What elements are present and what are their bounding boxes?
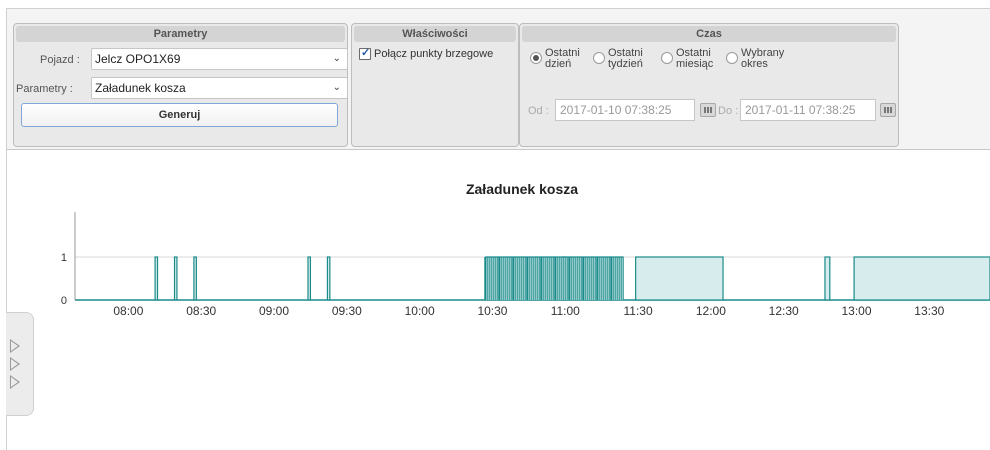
checkmark-icon: ✓ bbox=[361, 47, 371, 59]
x-tick-label: 12:30 bbox=[769, 304, 799, 318]
chart-series bbox=[75, 256, 990, 301]
connect-points-label[interactable]: Połącz punkty brzegowe bbox=[374, 48, 493, 60]
expand-arrow-icon bbox=[10, 357, 20, 371]
radio-ostatni-miesiac[interactable] bbox=[661, 52, 673, 64]
series-pulse-0 bbox=[154, 256, 159, 301]
expand-arrow-icon bbox=[10, 375, 20, 389]
x-tick-label: 09:00 bbox=[259, 304, 289, 318]
parametry-panel: Parametry Pojazd : Jelcz OPO1X69 ⌄ Param… bbox=[13, 23, 348, 147]
radio-wybrany-okres-label[interactable]: Wybrany okres bbox=[741, 48, 784, 70]
x-tick-label: 10:00 bbox=[405, 304, 435, 318]
series-pulse-3 bbox=[307, 256, 312, 301]
pojazd-select[interactable]: Jelcz OPO1X69 ⌄ bbox=[91, 48, 348, 70]
calendar-icon[interactable] bbox=[880, 103, 896, 117]
x-tick-label: 12:00 bbox=[696, 304, 726, 318]
radio-wybrany-okres[interactable] bbox=[726, 52, 738, 64]
series-pulse-6 bbox=[824, 256, 831, 301]
series-pulse-4 bbox=[326, 256, 331, 301]
x-tick-label: 08:30 bbox=[186, 304, 216, 318]
pojazd-select-value: Jelcz OPO1X69 bbox=[95, 52, 181, 66]
series-block-0 bbox=[635, 256, 724, 301]
parametry-label: Parametry : bbox=[16, 83, 73, 95]
calendar-icon[interactable] bbox=[700, 103, 716, 117]
wlasciwosci-panel: Właściwości ✓ Połącz punkty brzegowe bbox=[351, 23, 519, 147]
czas-panel: Czas Ostatni dzień Ostatni tydzień Ostatni… bbox=[519, 23, 899, 147]
radio-ostatni-miesiac-label[interactable]: Ostatni miesiąc bbox=[676, 48, 713, 70]
radio-ostatni-dzien-label[interactable]: Ostatni dzień bbox=[545, 48, 580, 70]
from-label: Od : bbox=[528, 105, 549, 117]
chart-title: Załadunek kosza bbox=[466, 181, 578, 197]
x-tick-label: 09:30 bbox=[332, 304, 362, 318]
x-tick-label: 10:30 bbox=[477, 304, 507, 318]
radio-ostatni-dzien[interactable] bbox=[530, 52, 542, 64]
x-tick-label: 13:30 bbox=[914, 304, 944, 318]
radio-ostatni-tydzien[interactable] bbox=[593, 52, 605, 64]
pojazd-label: Pojazd : bbox=[40, 54, 80, 66]
x-tick-label: 13:00 bbox=[841, 304, 871, 318]
generate-button[interactable]: Generuj bbox=[21, 103, 338, 127]
y-tick-label: 0 bbox=[61, 295, 67, 307]
parametry-panel-title: Parametry bbox=[16, 26, 345, 42]
chevron-down-icon: ⌄ bbox=[332, 53, 341, 64]
x-tick-label: 11:30 bbox=[624, 304, 653, 318]
x-tick-label: 11:00 bbox=[551, 304, 580, 318]
y-tick-label: 1 bbox=[61, 252, 67, 264]
chart: Załadunek kosza 0 1 08:00 08:30 09:00 09:30 10… bbox=[61, 181, 990, 318]
series-block-1 bbox=[853, 256, 990, 301]
side-panel-toggle[interactable] bbox=[6, 312, 34, 416]
radio-ostatni-tydzien-label[interactable]: Ostatni tydzień bbox=[608, 48, 643, 70]
series-pulse-1 bbox=[173, 256, 178, 301]
to-label: Do : bbox=[718, 105, 739, 117]
from-date-input[interactable]: 2017-01-10 07:38:25 bbox=[555, 99, 695, 121]
toolbar-area: Parametry Pojazd : Jelcz OPO1X69 ⌄ Param… bbox=[6, 8, 990, 150]
x-tick-label: 08:00 bbox=[113, 304, 143, 318]
parametry-select-value: Załadunek kosza bbox=[95, 81, 186, 95]
expand-arrow-icon bbox=[10, 339, 20, 353]
connect-points-checkbox[interactable]: ✓ bbox=[359, 47, 371, 60]
series-pulse-2 bbox=[193, 256, 197, 301]
parametry-select[interactable]: Załadunek kosza ⌄ bbox=[91, 77, 348, 99]
to-date-input[interactable]: 2017-01-11 07:38:25 bbox=[740, 99, 876, 121]
wlasciwosci-panel-title: Właściwości bbox=[354, 26, 516, 42]
czas-panel-title: Czas bbox=[522, 26, 896, 42]
chevron-down-icon: ⌄ bbox=[332, 82, 341, 93]
